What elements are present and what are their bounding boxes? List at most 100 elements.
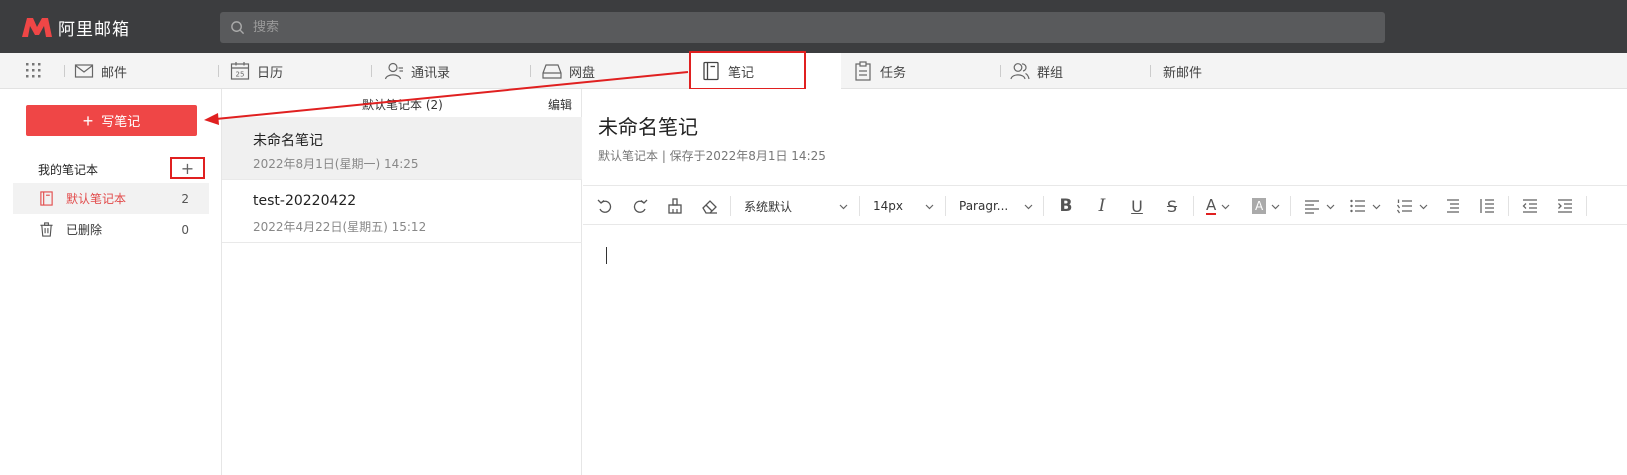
toolbar-separator (945, 196, 946, 216)
note-editor: 未命名笔记 默认笔记本 | 保存于2022年8月1日 14:25 系统默认 14… (583, 89, 1627, 475)
chevron-down-icon (1271, 204, 1280, 209)
nav-item-new-mail[interactable]: 新邮件 (1163, 53, 1202, 89)
nav-item-contacts[interactable]: 通讯录 (384, 53, 450, 89)
indent-icon (1558, 199, 1572, 213)
notebook-sidebar: + 写笔记 我的笔记本 + 默认笔记本 2 已删除 0 (0, 89, 222, 475)
note-date: 2022年4月22日(星期五) 15:12 (253, 220, 427, 234)
eraser-icon (702, 200, 717, 214)
text-cursor (606, 247, 607, 264)
chevron-down-icon (839, 204, 848, 209)
calendar-icon: 25 (230, 62, 250, 80)
toolbar-separator (1043, 196, 1044, 216)
note-title: 未命名笔记 (253, 133, 323, 149)
mail-icon (74, 64, 94, 78)
edit-button[interactable]: 编辑 (548, 96, 572, 113)
format-painter-button[interactable] (666, 196, 684, 216)
font-size-select[interactable]: 14px (873, 196, 934, 216)
nav-separator (530, 65, 531, 77)
note-list-header: 默认笔记本 (2) 编辑 (222, 89, 582, 117)
notebook-icon (40, 191, 53, 206)
undo-button[interactable] (596, 196, 614, 216)
chevron-down-icon (1419, 204, 1428, 209)
text-color-label: A (1206, 196, 1217, 215)
numbered-list-icon (1396, 199, 1412, 214)
bullet-list-button[interactable] (1349, 196, 1381, 216)
write-note-label: 写笔记 (101, 114, 141, 129)
nav-item-mail[interactable]: 邮件 (74, 53, 127, 89)
app-window: 阿里邮箱 邮件 25 日历 (0, 0, 1627, 475)
search-input[interactable] (253, 20, 1353, 35)
paragraph-value: Paragr... (959, 199, 1009, 213)
apps-grid-icon[interactable] (25, 62, 42, 79)
outdent-icon (1522, 199, 1537, 213)
nav-item-label: 新邮件 (1163, 65, 1203, 81)
indent-button[interactable] (1556, 196, 1574, 216)
note-list-title: 默认笔记本 (2) (362, 98, 443, 112)
align-left-icon (1305, 200, 1319, 214)
logo[interactable]: 阿里邮箱 (20, 12, 130, 42)
note-title: test-20220422 (253, 193, 357, 209)
nav-separator (1150, 65, 1151, 77)
font-family-select[interactable]: 系统默认 (744, 196, 848, 216)
add-notebook-button[interactable]: + (170, 157, 205, 179)
strikethrough-button[interactable]: S (1163, 196, 1181, 216)
notebook-count: 0 (181, 222, 189, 237)
chevron-down-icon (1221, 204, 1230, 209)
redo-icon (633, 199, 648, 213)
note-editor-title[interactable]: 未命名笔记 (598, 111, 698, 140)
nav-item-drive[interactable]: 网盘 (542, 53, 595, 89)
note-date: 2022年8月1日(星期一) 14:25 (253, 157, 419, 171)
nav-item-label: 邮件 (101, 65, 128, 81)
nav-item-calendar[interactable]: 25 日历 (230, 53, 283, 89)
logo-text: 阿里邮箱 (58, 19, 130, 40)
font-size-value: 14px (873, 199, 903, 213)
contacts-icon (384, 62, 403, 80)
search-bar[interactable] (220, 12, 1385, 43)
notebooks-header: 我的笔记本 (38, 163, 99, 177)
align-button[interactable] (1303, 196, 1335, 216)
svg-text:25: 25 (236, 71, 245, 79)
toolbar-separator (1508, 196, 1509, 216)
note-item[interactable]: test-20220422 2022年4月22日(星期五) 15:12 (222, 180, 582, 243)
nav-item-tasks[interactable]: 任务 (853, 53, 906, 89)
note-list: 默认笔记本 (2) 编辑 未命名笔记 2022年8月1日(星期一) 14:25 … (222, 89, 582, 475)
chevron-down-icon (1372, 204, 1381, 209)
toolbar-separator (1586, 196, 1587, 216)
app-nav: 邮件 25 日历 通讯录 网盘 笔记 任务 群组 新邮件 (0, 53, 1627, 89)
clear-format-button[interactable] (701, 196, 719, 216)
numbered-list-button[interactable] (1396, 196, 1428, 216)
top-bar: 阿里邮箱 (0, 0, 1627, 53)
outdent-button[interactable] (1521, 196, 1539, 216)
notebook-item-default[interactable]: 默认笔记本 2 (13, 183, 209, 214)
notebook-item-deleted[interactable]: 已删除 0 (13, 214, 209, 245)
clipboard-icon (855, 61, 871, 81)
paragraph-spacing-button[interactable] (1478, 196, 1496, 216)
text-color-button[interactable]: A (1206, 196, 1230, 216)
chevron-down-icon (1024, 204, 1033, 209)
notebook-label: 默认笔记本 (66, 192, 127, 206)
underline-button[interactable]: U (1128, 196, 1146, 216)
notebook-count: 2 (181, 191, 189, 206)
toolbar-separator (1193, 196, 1194, 216)
notebook-label: 已删除 (66, 223, 103, 237)
nav-item-label: 群组 (1037, 65, 1064, 81)
chevron-down-icon (925, 204, 934, 209)
nav-item-groups[interactable]: 群组 (1010, 53, 1063, 89)
line-spacing-button[interactable] (1443, 196, 1461, 216)
group-icon (1010, 63, 1030, 80)
paragraph-select[interactable]: Paragr... (959, 196, 1033, 216)
nav-separator (371, 65, 372, 77)
write-note-button[interactable]: + 写笔记 (26, 105, 197, 136)
format-painter-icon (668, 198, 682, 214)
font-family-value: 系统默认 (744, 199, 793, 214)
note-item[interactable]: 未命名笔记 2022年8月1日(星期一) 14:25 (222, 117, 582, 180)
background-color-label: A (1252, 198, 1267, 214)
toolbar-separator (1290, 196, 1291, 216)
redo-button[interactable] (631, 196, 649, 216)
background-color-button[interactable]: A (1252, 196, 1280, 216)
bold-button[interactable]: B (1057, 196, 1075, 216)
line-spacing-icon (1447, 199, 1459, 213)
chevron-down-icon (1326, 204, 1335, 209)
italic-button[interactable]: I (1093, 196, 1111, 216)
drive-icon (542, 64, 562, 79)
